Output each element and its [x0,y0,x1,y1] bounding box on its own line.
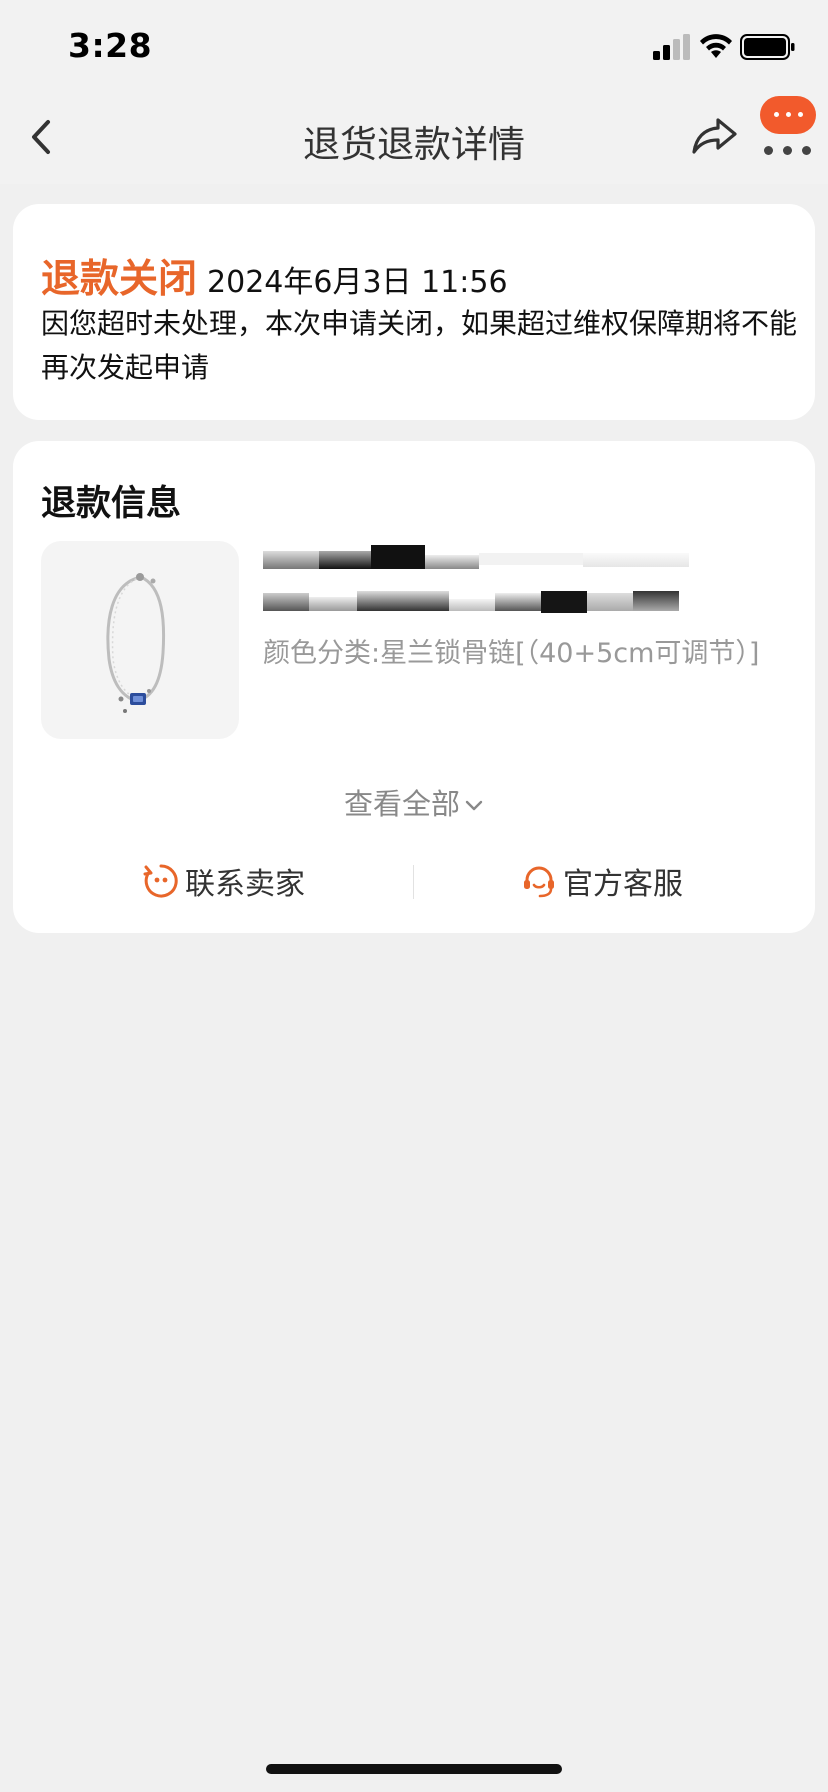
battery-icon [740,34,795,60]
redaction-block [425,555,479,569]
product-image[interactable] [41,541,239,739]
status-bar: 3:28 [0,0,828,90]
status-description: 因您超时未处理，本次申请关闭，如果超过维权保障期将不能再次发起申请 [41,307,798,384]
contact-seller-label: 联系卖家 [185,867,305,902]
nav-bar: 退货退款详情 [0,90,828,184]
status-timestamp: 2024年6月3日 11:56 [207,265,508,300]
view-all-button[interactable]: 查看全部 [13,781,815,823]
seller-chat-icon [143,864,178,898]
redaction-block [263,593,309,611]
redaction-block [371,545,425,569]
action-divider [413,865,414,899]
redaction-block [319,551,371,569]
redaction-block [583,553,689,567]
redaction-block [449,599,495,611]
redaction-block [357,591,449,611]
headset-icon [524,866,554,898]
product-title-redacted[interactable] [263,545,763,625]
official-service-button[interactable]: 官方客服 [521,859,683,903]
refund-status-card: 退款关闭 2024年6月3日 11:56 因您超时未处理，本次申请关闭，如果超过维… [13,204,815,420]
wifi-icon [700,34,732,58]
status-line: 退款关闭 2024年6月3日 11:56 [41,248,508,304]
redaction-block [479,553,583,565]
product-sku: 颜色分类:星兰锁骨链[（40+5cm可调节）] [263,638,760,669]
redaction-block [495,593,541,611]
redaction-block [263,551,319,569]
official-service-label: 官方客服 [563,867,683,902]
redaction-block [633,591,679,611]
view-all-label: 查看全部 [343,787,460,821]
chevron-down-icon [465,800,483,811]
section-title: 退款信息 [41,484,182,524]
home-indicator[interactable] [266,1764,562,1774]
redaction-block [587,593,633,611]
status-label: 退款关闭 [41,257,198,302]
redaction-block [309,597,357,611]
screen: 3:28 退货退款详情 退款关闭 2024年6月3日 11:56 因您超时未处理… [0,0,828,1792]
more-menu-button[interactable] [758,96,816,158]
necklace-image [106,573,166,713]
contact-seller-button[interactable]: 联系卖家 [143,859,305,903]
message-bubble-icon [760,96,816,134]
share-arrow-icon[interactable] [690,112,740,158]
refund-info-card: 退款信息 颜色分类:星兰锁骨链[（40+5cm可调节）] 查看全部 联系卖家 官… [13,441,815,933]
status-time: 3:28 [68,26,153,65]
cellular-signal-icon [653,34,690,60]
redaction-block [541,591,587,613]
